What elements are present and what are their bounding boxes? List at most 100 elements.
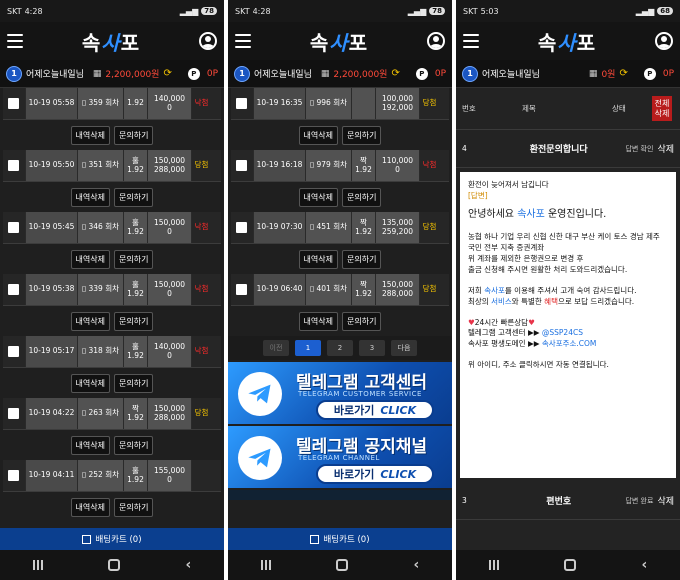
bet-checkbox[interactable] xyxy=(8,408,19,419)
page-2-button[interactable]: 2 xyxy=(327,340,353,356)
bet-round: ▯ 263 회차 xyxy=(77,398,123,429)
bet-checkbox[interactable] xyxy=(8,284,19,295)
delete-history-button[interactable]: 내역삭제 xyxy=(70,187,110,207)
back-icon[interactable]: ‹ xyxy=(186,557,192,573)
refresh-icon[interactable]: ⟳ xyxy=(619,68,627,79)
inquire-button[interactable]: 문의하기 xyxy=(342,187,382,207)
bet-actions: 내역삭제 문의하기 xyxy=(0,120,224,150)
bet-checkbox[interactable] xyxy=(8,346,19,357)
menu-icon[interactable] xyxy=(7,34,23,48)
inquire-button[interactable]: 문의하기 xyxy=(114,373,154,393)
bet-checkbox[interactable] xyxy=(8,160,19,171)
bet-checkbox[interactable] xyxy=(8,470,19,481)
refresh-icon[interactable]: ⟳ xyxy=(163,68,171,79)
recent-apps-icon[interactable] xyxy=(260,560,271,570)
inquiry-row[interactable]: 3 편번호 답변 완료 삭제 xyxy=(456,482,680,520)
inquire-button[interactable]: 문의하기 xyxy=(342,249,382,269)
profile-icon[interactable] xyxy=(427,32,445,50)
bet-round: ▯ 359 회차 xyxy=(77,88,123,119)
screen-bet-history-2: SKT 4:28 ▂▄▆ 78 속사포 1 어제오늘내일님 ▦ 2,200,00… xyxy=(228,0,452,580)
bet-row: 10-19 05:17 ▯ 318 회차 홀 1.92 140,000 0 낙첨 xyxy=(3,336,221,368)
delete-history-button[interactable]: 내역삭제 xyxy=(298,187,338,207)
inquiry-row[interactable]: 4 환전문의합니다 답변 확인 삭제 xyxy=(456,130,680,168)
point-icon: P xyxy=(643,67,656,80)
bet-pick: 홀 1.92 xyxy=(123,212,147,243)
delete-history-button[interactable]: 내역삭제 xyxy=(70,497,110,517)
bet-actions: 내역삭제 문의하기 xyxy=(228,120,452,150)
delete-history-button[interactable]: 내역삭제 xyxy=(70,125,110,145)
banner-subtitle: TELEGRAM CUSTOMER SERVICE xyxy=(298,390,422,398)
logo[interactable]: 속사포 xyxy=(310,27,368,56)
bet-cart-label: 배팅카트 (0) xyxy=(323,535,370,545)
signal-icon: ▂▄▆ xyxy=(179,6,199,16)
home-icon[interactable] xyxy=(564,559,577,571)
bet-actions: 내역삭제 문의하기 xyxy=(0,306,224,336)
delete-history-button[interactable]: 내역삭제 xyxy=(298,249,338,269)
delete-history-button[interactable]: 내역삭제 xyxy=(70,373,110,393)
heart-icon: ♥ xyxy=(528,317,535,327)
page-3-button[interactable]: 3 xyxy=(359,340,385,356)
profile-icon[interactable] xyxy=(655,32,673,50)
banner-go-button[interactable]: 바로가기 CLICK xyxy=(316,464,434,484)
telegram-support-banner[interactable]: 텔레그램 고객센터 TELEGRAM CUSTOMER SERVICE 바로가기… xyxy=(228,362,452,424)
bet-checkbox[interactable] xyxy=(8,222,19,233)
inquiry-delete-button[interactable]: 삭제 xyxy=(657,142,674,155)
delete-history-button[interactable]: 내역삭제 xyxy=(70,249,110,269)
menu-icon[interactable] xyxy=(463,34,479,48)
inquiry-title: 환전문의합니다 xyxy=(529,145,588,155)
back-icon[interactable]: ‹ xyxy=(414,557,420,573)
telegram-channel-banner[interactable]: 텔레그램 공지채널 TELEGRAM CHANNEL 바로가기 CLICK xyxy=(228,426,452,488)
bet-checkbox[interactable] xyxy=(236,160,247,171)
inquire-button[interactable]: 문의하기 xyxy=(114,497,154,517)
bet-amount: 100,000 192,000 xyxy=(375,88,419,119)
home-icon[interactable] xyxy=(108,559,121,571)
bet-checkbox[interactable] xyxy=(8,98,19,109)
bet-checkbox[interactable] xyxy=(236,284,247,295)
delete-history-button[interactable]: 내역삭제 xyxy=(70,435,110,455)
inquire-button[interactable]: 문의하기 xyxy=(342,311,382,331)
bet-cart-bar[interactable]: 배팅카트 (0) xyxy=(228,528,452,550)
delete-all-button[interactable]: 전체삭제 xyxy=(652,95,672,122)
user-bar: 1 어제오늘내일님 ▦ 0원 ⟳ P 0P xyxy=(456,60,680,88)
recent-apps-icon[interactable] xyxy=(488,560,499,570)
profile-icon[interactable] xyxy=(199,32,217,50)
bet-status: 낙첨 xyxy=(191,274,211,305)
level-badge: 1 xyxy=(234,65,250,82)
telegram-id-link[interactable]: @SSP24CS xyxy=(542,328,583,337)
logo[interactable]: 속사포 xyxy=(82,27,140,56)
inquire-button[interactable]: 문의하기 xyxy=(114,435,154,455)
delete-history-button[interactable]: 내역삭제 xyxy=(70,311,110,331)
delete-history-button[interactable]: 내역삭제 xyxy=(298,125,338,145)
refresh-icon[interactable]: ⟳ xyxy=(391,68,399,79)
bet-date: 10-19 05:38 xyxy=(25,274,77,305)
inquiry-answer: 환전이 늦어져서 남깁니다 [답변] 안녕하세요 속사포 운영진입니다. 농협 … xyxy=(460,172,676,478)
menu-icon[interactable] xyxy=(235,34,251,48)
inquiry-delete-button[interactable]: 삭제 xyxy=(657,494,674,507)
round-icon: ▯ xyxy=(309,222,315,232)
bet-checkbox[interactable] xyxy=(236,98,247,109)
banner-go-button[interactable]: 바로가기 CLICK xyxy=(316,400,434,420)
bet-checkbox[interactable] xyxy=(236,222,247,233)
delete-history-button[interactable]: 내역삭제 xyxy=(298,311,338,331)
page-prev-button[interactable]: 이전 xyxy=(263,340,289,356)
bet-cart-bar[interactable]: 배팅카트 (0) xyxy=(0,528,224,550)
domain-link[interactable]: 속사포주소.COM xyxy=(542,339,597,348)
inquire-button[interactable]: 문의하기 xyxy=(114,187,154,207)
bet-round: ▯ 451 회차 xyxy=(305,212,351,243)
inquire-button[interactable]: 문의하기 xyxy=(114,249,154,269)
point-balance: 0P xyxy=(206,68,218,79)
recent-apps-icon[interactable] xyxy=(32,560,43,570)
inquiry-number: 4 xyxy=(462,144,467,153)
bet-round: ▯ 346 회차 xyxy=(77,212,123,243)
bet-cart-label: 배팅카트 (0) xyxy=(95,535,142,545)
bet-history-list: 10-19 05:58 ▯ 359 회차 1.92 140,000 0 낙첨 내역삭제 문의하… xyxy=(0,88,224,550)
inquire-button[interactable]: 문의하기 xyxy=(114,311,154,331)
back-icon[interactable]: ‹ xyxy=(642,557,648,573)
page-1-button[interactable]: 1 xyxy=(295,340,321,356)
inquire-button[interactable]: 문의하기 xyxy=(114,125,154,145)
page-next-button[interactable]: 다음 xyxy=(391,340,417,356)
banner-subtitle: TELEGRAM CHANNEL xyxy=(298,454,380,462)
inquire-button[interactable]: 문의하기 xyxy=(342,125,382,145)
home-icon[interactable] xyxy=(336,559,349,571)
logo[interactable]: 속사포 xyxy=(538,27,596,56)
